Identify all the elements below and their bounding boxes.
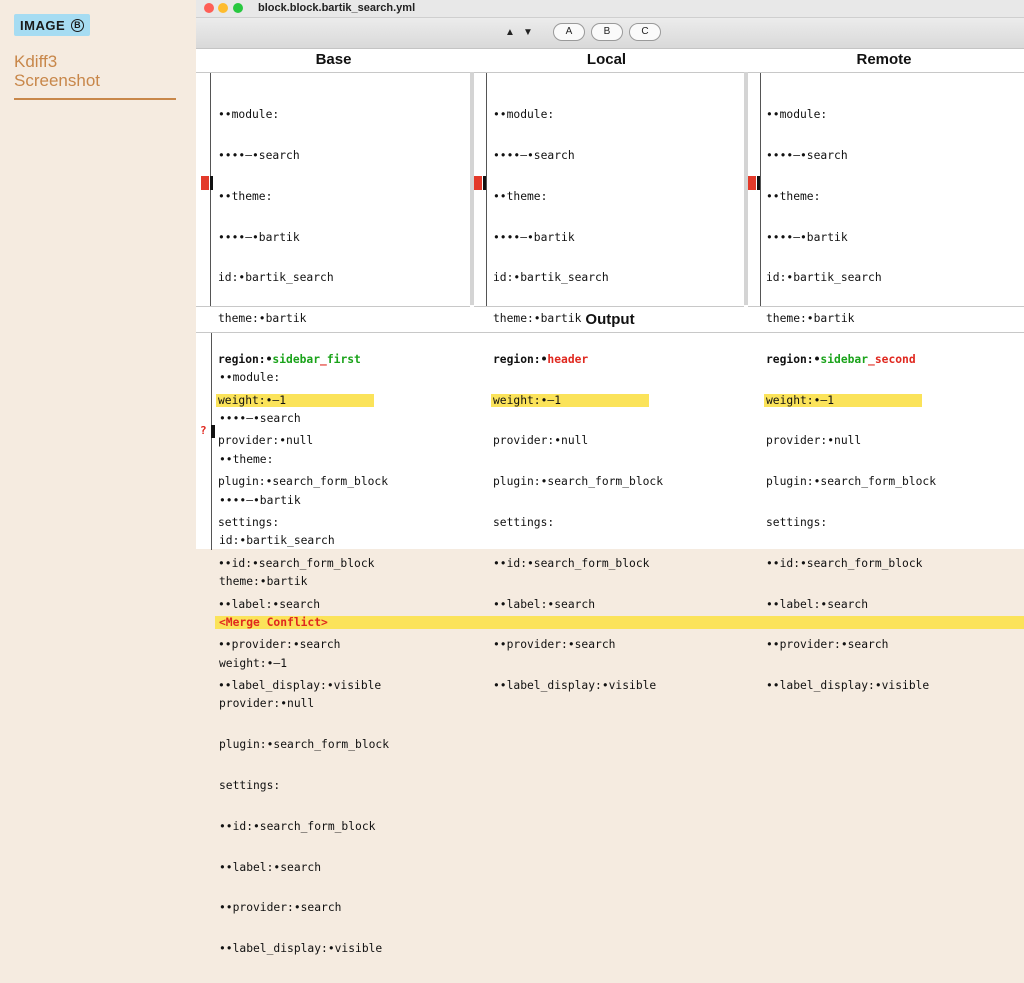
output-pane[interactable]: ? ••module: ••••–•search ••theme: ••••–•… bbox=[196, 332, 1024, 955]
local-pane[interactable]: ••module: ••••–•search ••theme: ••••–•ba… bbox=[474, 72, 744, 692]
code-line: ••provider:•search bbox=[219, 901, 342, 915]
merge-conflict-text: <Merge Conflict> bbox=[219, 615, 328, 629]
side-title: Kdiff3 Screenshot bbox=[14, 52, 100, 90]
code-line: ••module: bbox=[766, 108, 828, 122]
code-line: ••••–•search bbox=[766, 148, 848, 162]
code-line: theme:•bartik bbox=[219, 575, 308, 589]
title-bar: block.block.bartik_search.yml bbox=[196, 0, 1024, 18]
code-line: weight:•–1 bbox=[219, 656, 288, 670]
local-gutter-line bbox=[486, 73, 487, 306]
image-badge-label: IMAGE bbox=[20, 17, 66, 33]
window-title: block.block.bartik_search.yml bbox=[258, 2, 416, 14]
remote-pane-header: Remote bbox=[856, 51, 912, 68]
image-badge: IMAGE B bbox=[14, 14, 91, 36]
code-line: ••label_display:•visible bbox=[219, 942, 383, 956]
merge-conflict-line[interactable]: <Merge Conflict> bbox=[215, 615, 1024, 630]
code-line: ••theme: bbox=[219, 452, 274, 466]
code-line: ••label:•search bbox=[219, 860, 322, 874]
local-diff-marker bbox=[474, 176, 486, 190]
side-panel: IMAGE B Kdiff3 Screenshot bbox=[0, 0, 196, 549]
code-line: ••module: bbox=[219, 371, 281, 385]
toolbar: ▲ ▼ A B C bbox=[196, 18, 1024, 49]
conflict-marker-block bbox=[211, 425, 215, 438]
image-badge-letter: B bbox=[71, 18, 85, 32]
remote-pane[interactable]: ••module: ••••–•search ••theme: ••••–•ba… bbox=[748, 72, 1024, 692]
output-pane-header: Output bbox=[585, 311, 635, 328]
local-pane-header: Local bbox=[586, 51, 627, 68]
conflict-question-icon[interactable]: ? bbox=[200, 424, 207, 437]
side-divider bbox=[14, 98, 176, 100]
code-line: ••••–•search bbox=[493, 148, 575, 162]
code-line: ••••–•bartik bbox=[766, 230, 848, 244]
remote-gutter-line bbox=[760, 73, 761, 306]
code-line: id:•bartik_search bbox=[493, 271, 609, 285]
code-line: id:•bartik_search bbox=[218, 271, 334, 285]
code-line: ••module: bbox=[218, 108, 280, 122]
code-line: id:•bartik_search bbox=[219, 534, 335, 548]
next-conflict-down-arrow-icon[interactable]: ▼ bbox=[523, 27, 533, 38]
code-line: ••••–•search bbox=[218, 148, 300, 162]
code-line: ••••–•bartik bbox=[218, 230, 300, 244]
output-gutter-line bbox=[211, 333, 212, 550]
base-diff-marker bbox=[201, 176, 213, 190]
choose-b-button[interactable]: B bbox=[591, 23, 623, 41]
previous-conflict-up-arrow-icon[interactable]: ▲ bbox=[505, 27, 515, 38]
code-line: ••••–•bartik bbox=[493, 230, 575, 244]
choose-c-button[interactable]: C bbox=[629, 23, 661, 41]
code-line: provider:•null bbox=[219, 697, 315, 711]
kdiff3-window: block.block.bartik_search.yml ▲ ▼ A B C … bbox=[196, 0, 1024, 955]
side-title-line1: Kdiff3 bbox=[14, 52, 58, 71]
base-pane[interactable]: ••module: ••••–•search ••theme: ••••–•ba… bbox=[196, 72, 470, 692]
side-title-line2: Screenshot bbox=[14, 71, 100, 90]
code-line: settings: bbox=[219, 779, 281, 792]
output-code: ••module: ••••–•search ••theme: ••••–•ba… bbox=[215, 344, 1024, 983]
code-line: plugin:•search_form_block bbox=[219, 738, 390, 752]
base-pane-header: Base bbox=[315, 51, 352, 68]
remote-diff-marker bbox=[748, 176, 760, 190]
zoom-window-button[interactable] bbox=[233, 3, 243, 13]
code-line: ••id:•search_form_block bbox=[219, 819, 376, 833]
code-line: ••theme: bbox=[493, 189, 548, 203]
close-window-button[interactable] bbox=[204, 3, 214, 13]
code-line: ••theme: bbox=[218, 189, 273, 203]
code-line: ••••–•bartik bbox=[219, 493, 301, 507]
choose-a-button[interactable]: A bbox=[553, 23, 585, 41]
code-line: id:•bartik_search bbox=[766, 271, 882, 285]
minimize-window-button[interactable] bbox=[218, 3, 228, 13]
code-line: ••theme: bbox=[766, 189, 821, 203]
code-line: ••module: bbox=[493, 108, 555, 122]
code-line: ••••–•search bbox=[219, 411, 301, 425]
